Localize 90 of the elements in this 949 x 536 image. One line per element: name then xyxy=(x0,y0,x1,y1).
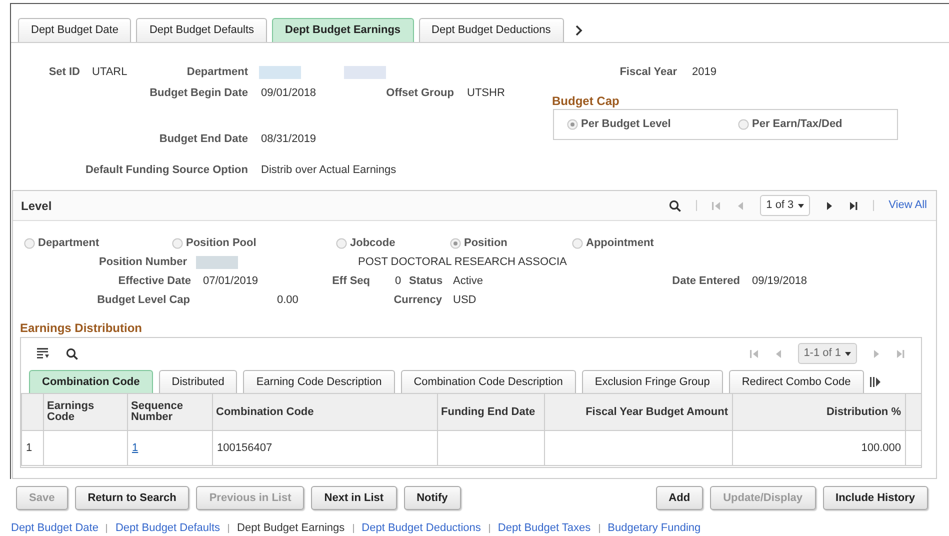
field-value: 2019 xyxy=(692,65,716,80)
field-value: 09/01/2018 xyxy=(261,86,318,101)
page-tab[interactable]: Dept Budget Date xyxy=(18,18,132,42)
field-value: UTARL xyxy=(92,65,128,80)
caret-icon xyxy=(798,204,804,208)
grid-tab[interactable]: Combination Code Description xyxy=(400,370,576,393)
field-label: Position Number xyxy=(98,255,187,270)
grid-tab[interactable]: Combination Code xyxy=(29,370,153,393)
field-value: Active xyxy=(453,274,484,289)
search-icon[interactable] xyxy=(669,200,682,212)
radio-button[interactable] xyxy=(567,119,578,130)
field-value: Distrib over Actual Earnings xyxy=(261,163,396,178)
column-header: Earnings Code xyxy=(44,394,128,430)
radio-button[interactable] xyxy=(24,238,35,249)
redaction-bar xyxy=(196,256,238,269)
field-value: UTSHR xyxy=(467,86,505,101)
redaction-bar xyxy=(344,66,386,79)
field-label: Budget End Date xyxy=(158,132,248,147)
page-select[interactable]: 1-1 of 1 xyxy=(798,343,857,364)
column-header: Distribution % xyxy=(732,394,906,430)
radio-label: Appointment xyxy=(586,236,654,252)
field-label: Status xyxy=(409,274,442,289)
grid-tab[interactable]: Exclusion Fringe Group xyxy=(582,370,723,393)
radio-button[interactable] xyxy=(450,238,461,249)
page-tab[interactable]: Dept Budget Earnings xyxy=(272,18,414,42)
field-label: Eff Seq xyxy=(331,274,370,289)
field-label: Fiscal Year xyxy=(618,65,677,80)
field-value: 07/01/2019 xyxy=(203,274,260,289)
footer-link[interactable]: Dept Budget Taxes xyxy=(498,522,591,535)
column-header: Sequence Number xyxy=(128,394,212,430)
view-all-link[interactable]: View All xyxy=(888,197,927,214)
radio-button[interactable] xyxy=(738,119,749,130)
field-label: Budget Level Cap xyxy=(96,293,190,308)
field-value: POST DOCTORAL RESEARCH ASSOCIA xyxy=(358,255,567,270)
field-value: 09/19/2018 xyxy=(752,274,808,289)
radio-label: Position xyxy=(464,236,508,252)
redaction-bar xyxy=(259,66,301,79)
action-button[interactable]: Next in List xyxy=(311,486,397,510)
table-cell: 100.000 xyxy=(732,430,906,466)
section-title: Budget Cap xyxy=(552,94,620,109)
footer-link[interactable]: Dept Budget Date xyxy=(11,522,98,535)
field-value: 0 xyxy=(395,274,402,289)
next-icon[interactable] xyxy=(824,200,834,210)
row-number: 1 xyxy=(22,430,44,466)
page-tab[interactable]: Dept Budget Deductions xyxy=(418,18,564,42)
radio-label: Jobcode xyxy=(350,236,396,252)
footer-link[interactable]: Budgetary Funding xyxy=(608,522,701,535)
field-label: Default Funding Source Option xyxy=(84,163,248,178)
current-page-label: Dept Budget Earnings xyxy=(237,522,345,535)
column-header: Fiscal Year Budget Amount xyxy=(544,394,732,430)
search-icon[interactable] xyxy=(66,348,78,360)
field-label: Effective Date xyxy=(117,274,191,289)
panel-title: Level xyxy=(21,198,52,214)
table-cell: 100156407 xyxy=(212,430,438,466)
column-header: Funding End Date xyxy=(438,394,544,430)
chevron-right-icon[interactable] xyxy=(574,25,583,36)
page-tab[interactable]: Dept Budget Defaults xyxy=(136,18,268,42)
caret-icon xyxy=(845,352,851,356)
grid-options-icon[interactable] xyxy=(37,348,50,359)
action-button[interactable]: Notify xyxy=(404,486,461,510)
radio-button[interactable] xyxy=(172,238,183,249)
radio-label: Per Budget Level xyxy=(581,117,671,132)
field-value: 0.00 xyxy=(277,293,300,308)
radio-label: Per Earn/Tax/Ded xyxy=(752,117,842,132)
footer-link[interactable]: Dept Budget Deductions xyxy=(362,522,481,535)
field-label: Budget Begin Date xyxy=(148,86,248,101)
field-label: Department xyxy=(186,65,248,80)
grid-tab[interactable]: Earning Code Description xyxy=(243,370,395,393)
grid-tab[interactable]: Distributed xyxy=(158,370,238,393)
radio-button[interactable] xyxy=(336,238,347,249)
last-page-icon[interactable] xyxy=(848,200,858,210)
radio-button[interactable] xyxy=(572,238,583,249)
action-button[interactable]: Return to Search xyxy=(74,486,190,510)
column-header: Combination Code xyxy=(212,394,438,430)
field-label: Offset Group xyxy=(385,86,454,101)
field-value: USD xyxy=(453,293,476,308)
footer-link[interactable]: Dept Budget Defaults xyxy=(115,522,220,535)
field-label: Set ID xyxy=(48,65,80,80)
radio-label: Position Pool xyxy=(186,236,256,252)
section-title: Earnings Distribution xyxy=(20,321,144,336)
action-button[interactable]: Add xyxy=(656,486,704,510)
show-all-columns-icon[interactable] xyxy=(870,377,881,387)
radio-label: Department xyxy=(38,236,100,252)
field-value: 08/31/2019 xyxy=(261,132,316,147)
sequence-link[interactable]: 1 xyxy=(132,442,138,454)
field-label: Currency xyxy=(392,293,442,308)
action-button[interactable]: Include History xyxy=(822,486,928,510)
grid-tab[interactable]: Redirect Combo Code xyxy=(728,370,864,393)
field-label: Date Entered xyxy=(671,274,740,289)
page-select[interactable]: 1 of 3 xyxy=(760,195,810,216)
